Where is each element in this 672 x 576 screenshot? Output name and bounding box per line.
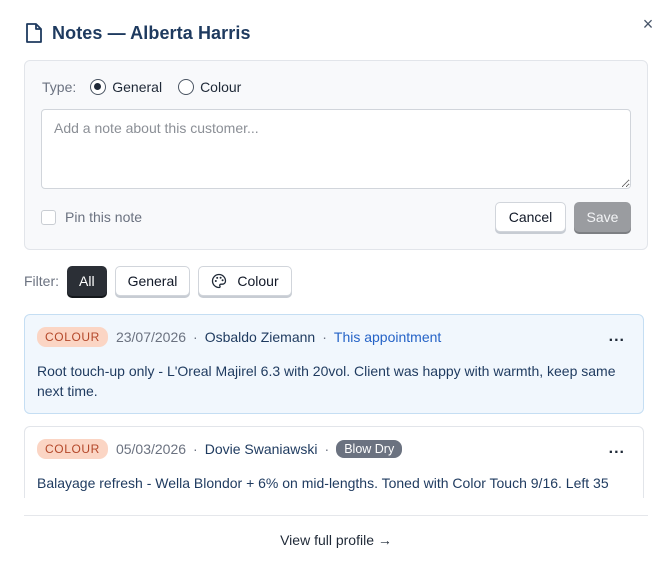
filter-chip-colour[interactable]: Colour (198, 266, 292, 296)
filter-chip-general[interactable]: General (114, 266, 191, 296)
pin-label: Pin this note (65, 209, 143, 225)
type-option-label: General (112, 79, 163, 95)
note-type-selector: Type: General Colour (42, 79, 257, 95)
note-body: Root touch-up only - L'Oreal Majirel 6.3… (37, 363, 616, 399)
palette-icon (212, 273, 227, 289)
note-date: 23/07/2026 (115, 329, 187, 345)
note-card: COLOUR 05/03/2026 · Dovie Swaniawski · B… (24, 426, 644, 498)
meta-separator: · (193, 441, 198, 457)
dialog-title: Notes — Alberta Harris (52, 22, 251, 43)
meta-separator: · (193, 329, 198, 345)
note-author: Osbaldo Ziemann (204, 329, 316, 345)
radio-checked-icon (90, 79, 107, 95)
type-label: Type: (42, 79, 77, 95)
filter-label: Filter: (24, 273, 59, 289)
pin-note-checkbox[interactable]: Pin this note (41, 209, 142, 225)
more-options-icon[interactable]: ... (609, 441, 625, 457)
cancel-button[interactable]: Cancel (495, 202, 566, 232)
close-icon[interactable]: × (640, 15, 656, 33)
meta-separator: · (322, 329, 327, 345)
checkbox-icon (41, 209, 56, 225)
type-radio-general[interactable]: General (90, 79, 162, 95)
note-type-badge: COLOUR (37, 327, 108, 347)
view-full-profile-link[interactable]: View full profile → (0, 532, 672, 548)
notes-dialog: Notes — Alberta Harris × Type: General C… (0, 0, 672, 576)
this-appointment-link[interactable]: This appointment (334, 329, 441, 345)
filter-bar: Filter: All General Colour (24, 266, 300, 296)
note-author: Dovie Swaniawski (204, 441, 318, 457)
note-textarea[interactable] (41, 109, 631, 189)
more-options-icon[interactable]: ... (609, 329, 625, 345)
note-meta: COLOUR 05/03/2026 · Dovie Swaniawski · B… (37, 439, 403, 459)
document-icon (26, 23, 42, 43)
type-radio-colour[interactable]: Colour (178, 79, 241, 95)
note-date: 05/03/2026 (115, 441, 187, 457)
dialog-header: Notes — Alberta Harris (24, 22, 251, 44)
type-option-label: Colour (200, 79, 242, 95)
footer-divider (24, 515, 648, 516)
filter-chip-all[interactable]: All (67, 266, 107, 296)
note-card: COLOUR 23/07/2026 · Osbaldo Ziemann · Th… (24, 314, 644, 414)
note-meta: COLOUR 23/07/2026 · Osbaldo Ziemann · Th… (37, 327, 441, 347)
save-button[interactable]: Save (574, 202, 631, 232)
chip-label: Colour (237, 273, 279, 289)
note-type-badge: COLOUR (37, 439, 108, 459)
service-badge: Blow Dry (336, 440, 403, 458)
notes-list[interactable]: COLOUR 23/07/2026 · Osbaldo Ziemann · Th… (24, 314, 644, 498)
note-body: Balayage refresh - Wella Blondor + 6% on… (37, 475, 609, 498)
meta-separator: · (324, 441, 330, 457)
compose-panel: Type: General Colour Pin this note Cance… (24, 60, 648, 250)
radio-unchecked-icon (178, 79, 195, 95)
